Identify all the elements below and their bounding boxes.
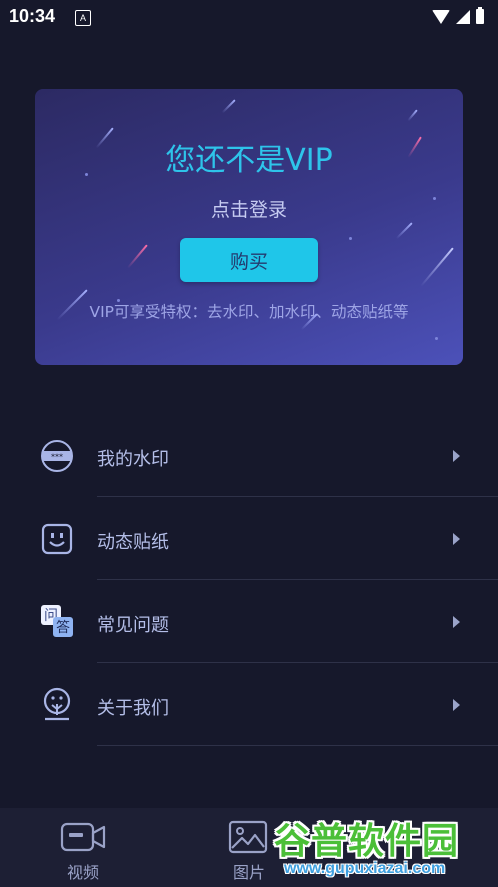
watermark-title: 谷普软件园 xyxy=(274,821,460,862)
login-link[interactable]: 点击登录 xyxy=(35,195,463,222)
meteor-decoration xyxy=(395,222,413,240)
menu-item-my-watermark[interactable]: *** 我的水印 xyxy=(0,414,498,497)
watermark-url: www.gupuxiazai.com xyxy=(284,860,446,877)
sticker-smile-icon xyxy=(41,523,73,555)
notification-a-icon: A xyxy=(75,10,91,26)
status-time: 10:34 xyxy=(9,6,56,26)
site-watermark: 谷普软件园 www.gupuxiazai.com xyxy=(272,812,492,882)
battery-icon xyxy=(476,7,484,24)
wifi-icon xyxy=(432,9,450,24)
chevron-right-icon xyxy=(453,450,460,462)
status-bar: 10:34 A xyxy=(0,0,498,34)
menu-item-faq[interactable]: 问 答 常见问题 xyxy=(0,580,498,663)
chevron-right-icon xyxy=(453,699,460,711)
menu-label: 我的水印 xyxy=(97,449,169,470)
meteor-decoration xyxy=(420,247,454,287)
status-icons xyxy=(432,7,484,24)
tab-video[interactable]: 视频 xyxy=(42,808,124,887)
star-decoration xyxy=(349,237,352,240)
about-tree-icon xyxy=(43,687,71,721)
svg-text:***: *** xyxy=(51,453,63,462)
watermark-icon: *** xyxy=(41,440,73,472)
vip-status-title: 您还不是VIP xyxy=(165,143,333,178)
star-decoration xyxy=(435,337,438,340)
meteor-decoration xyxy=(126,244,148,269)
menu-label: 关于我们 xyxy=(97,698,169,719)
qa-icon: 问 答 xyxy=(41,605,73,637)
menu-item-dynamic-sticker[interactable]: 动态贴纸 xyxy=(0,497,498,580)
menu-label: 动态贴纸 xyxy=(97,532,169,553)
tab-label: 视频 xyxy=(66,863,99,882)
video-icon xyxy=(60,822,106,852)
svg-text:答: 答 xyxy=(56,619,70,636)
image-icon xyxy=(228,820,268,854)
menu-item-about-us[interactable]: 关于我们 xyxy=(0,663,498,746)
vip-card[interactable]: 您还不是VIP 点击登录 购买 VIP可享受特权：去水印、加水印、动态贴纸等 xyxy=(35,89,463,365)
meteor-decoration xyxy=(407,109,418,122)
buy-button[interactable]: 购买 xyxy=(180,238,318,282)
divider xyxy=(97,745,498,746)
menu-label: 常见问题 xyxy=(97,615,169,636)
chevron-right-icon xyxy=(453,533,460,545)
vip-privileges-text: VIP可享受特权：去水印、加水印、动态贴纸等 xyxy=(89,303,409,321)
meteor-decoration xyxy=(221,99,236,114)
signal-icon xyxy=(456,9,470,24)
chevron-right-icon xyxy=(453,616,460,628)
